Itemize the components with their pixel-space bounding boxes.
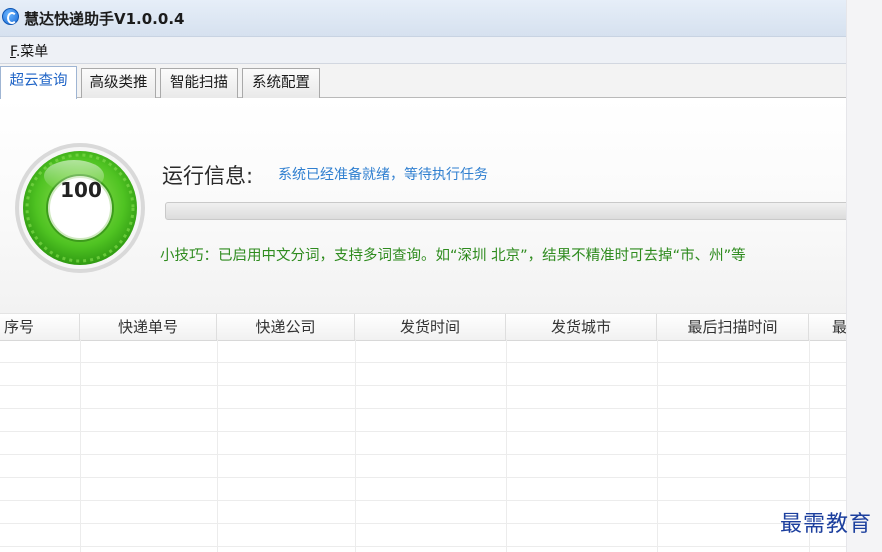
grid-row-line [0, 454, 846, 455]
tab-system-config[interactable]: 系统配置 [242, 68, 320, 98]
gauge-value: 100 [60, 178, 102, 202]
run-info-label: 运行信息: [162, 164, 254, 188]
column-header-index[interactable]: 序号 [0, 314, 80, 340]
progress-bar [165, 202, 846, 220]
column-header-last-scan-time[interactable]: 最后扫描时间 [657, 314, 809, 340]
grid-row-line [0, 385, 846, 386]
column-header-truncated[interactable]: 最 [809, 314, 846, 340]
grid-row-line [0, 523, 846, 524]
tab-advanced-inference[interactable]: 高级类推 [81, 68, 156, 98]
grid-divider [657, 339, 658, 552]
side-margin [846, 0, 882, 552]
grid-divider [355, 339, 356, 552]
grid-row-line [0, 362, 846, 363]
tab-bar: 超云查询 高级类推 智能扫描 系统配置 [0, 64, 846, 99]
menu-item-label: .菜单 [15, 44, 49, 60]
title-bar: 慧达快递助手V1.0.0.4 [0, 0, 846, 37]
column-header-ship-time[interactable]: 发货时间 [355, 314, 506, 340]
grid-row-line [0, 546, 846, 547]
window-title: 慧达快递助手V1.0.0.4 [24, 10, 185, 28]
menu-item-main[interactable]: F.菜单 [10, 41, 48, 61]
score-gauge [15, 143, 145, 273]
tip-text: 小技巧：已启用中文分词，支持多词查询。如“深圳 北京”，结果不精准时可去掉“市、… [160, 248, 746, 264]
grid-row-line [0, 500, 846, 501]
grid-row-line [0, 408, 846, 409]
grid-row-line [0, 431, 846, 432]
grid-divider [217, 339, 218, 552]
column-header-tracking-number[interactable]: 快递单号 [80, 314, 217, 340]
tab-super-query[interactable]: 超云查询 [0, 66, 77, 99]
grid-row-line [0, 477, 846, 478]
results-table[interactable]: 序号 快递单号 快递公司 发货时间 发货城市 最后扫描时间 最 [0, 313, 846, 552]
tab-smart-scan[interactable]: 智能扫描 [160, 68, 238, 98]
status-panel: 100 运行信息: 系统已经准备就绪，等待执行任务 小技巧：已启用中文分词，支持… [0, 98, 846, 313]
run-info-message: 系统已经准备就绪，等待执行任务 [278, 167, 488, 183]
grid-divider [80, 339, 81, 552]
watermark: 最需教育 [779, 512, 872, 537]
app-logo-icon [2, 8, 19, 25]
menu-bar: F.菜单 [0, 37, 846, 64]
column-header-courier[interactable]: 快递公司 [217, 314, 355, 340]
column-header-ship-city[interactable]: 发货城市 [506, 314, 657, 340]
table-header: 序号 快递单号 快递公司 发货时间 发货城市 最后扫描时间 最 [0, 313, 846, 341]
app-window: 慧达快递助手V1.0.0.4 F.菜单 超云查询 高级类推 智能扫描 系统配置 [0, 0, 846, 552]
grid-divider [506, 339, 507, 552]
